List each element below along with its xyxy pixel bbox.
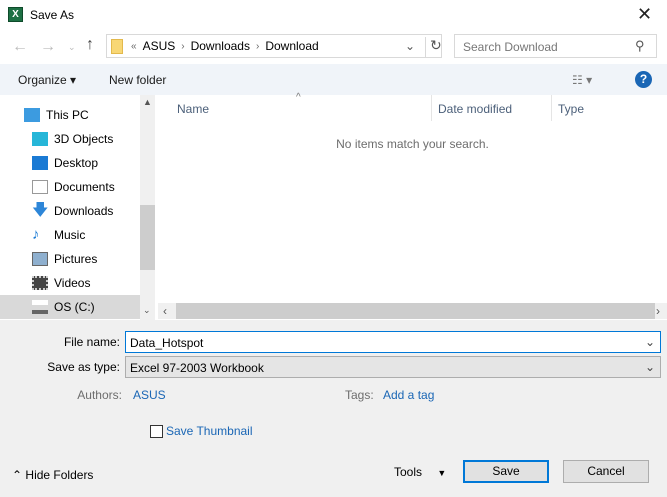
close-button[interactable]: ✕ bbox=[637, 4, 652, 25]
nav-label: Music bbox=[54, 228, 86, 242]
drive-icon bbox=[32, 300, 48, 314]
scroll-left-icon[interactable]: ‹ bbox=[163, 304, 167, 318]
breadcrumb-item[interactable]: Downloads bbox=[191, 39, 250, 53]
desktop-icon bbox=[32, 156, 48, 170]
nav-item-downloads[interactable]: 🡇 Downloads bbox=[0, 199, 140, 223]
column-name[interactable]: Name bbox=[177, 102, 209, 116]
add-tag-link[interactable]: Add a tag bbox=[383, 388, 434, 402]
music-note-icon: ♪ bbox=[32, 226, 40, 243]
breadcrumb-overflow[interactable]: « bbox=[131, 41, 137, 52]
chevron-down-icon[interactable]: ⌄ bbox=[645, 360, 655, 374]
search-icon[interactable]: ⚲ bbox=[635, 38, 645, 54]
tags-label: Tags: bbox=[345, 388, 374, 402]
computer-icon bbox=[24, 108, 40, 122]
file-list: ^ Name Date modified Type No items match… bbox=[158, 92, 667, 303]
column-type[interactable]: Type bbox=[558, 102, 584, 116]
help-button[interactable]: ? bbox=[635, 71, 652, 88]
empty-message: No items match your search. bbox=[336, 137, 489, 151]
file-name-value: Data_Hotspot bbox=[130, 336, 204, 350]
view-options-icon[interactable]: ☷ ▾ bbox=[572, 73, 592, 87]
chevron-up-icon: ⌃ bbox=[12, 468, 23, 482]
search-placeholder: Search Download bbox=[463, 40, 558, 54]
hide-folders-label: Hide Folders bbox=[25, 468, 94, 482]
hide-folders-button[interactable]: ⌃ Hide Folders bbox=[12, 468, 93, 482]
sort-ascending-icon: ^ bbox=[296, 92, 301, 103]
nav-label: OS (C:) bbox=[54, 300, 95, 314]
document-icon bbox=[32, 180, 48, 194]
nav-item-pictures[interactable]: Pictures bbox=[0, 247, 140, 271]
search-input[interactable]: Search Download ⚲ bbox=[454, 34, 657, 58]
recent-dropdown[interactable]: ⌄ bbox=[68, 42, 76, 53]
save-as-type-value: Excel 97-2003 Workbook bbox=[130, 361, 264, 375]
organize-button[interactable]: Organize ▾ bbox=[18, 73, 76, 87]
save-button[interactable]: Save bbox=[463, 460, 549, 483]
folder-icon bbox=[111, 39, 123, 54]
nav-item-desktop[interactable]: Desktop bbox=[0, 151, 140, 175]
new-folder-button[interactable]: New folder bbox=[109, 73, 166, 87]
cancel-button[interactable]: Cancel bbox=[563, 460, 649, 483]
nav-item-documents[interactable]: Documents bbox=[0, 175, 140, 199]
chevron-right-icon[interactable]: › bbox=[181, 41, 184, 52]
nav-label: 3D Objects bbox=[54, 132, 114, 146]
scroll-down-icon[interactable]: ⌄ bbox=[143, 305, 151, 316]
save-thumbnail-checkbox[interactable] bbox=[150, 425, 163, 438]
refresh-button[interactable]: ↻ bbox=[425, 37, 442, 57]
breadcrumb-item[interactable]: ASUS bbox=[143, 39, 176, 53]
chevron-down-icon[interactable]: ⌄ bbox=[645, 335, 655, 349]
save-thumbnail-label[interactable]: Save Thumbnail bbox=[166, 424, 253, 438]
save-as-type-label: Save as type: bbox=[47, 360, 120, 374]
nav-scrollbar-thumb[interactable] bbox=[140, 205, 155, 270]
toolbar: Organize ▾ New folder ☷ ▾ ? bbox=[0, 64, 667, 95]
tools-button[interactable]: Tools ▼ bbox=[394, 465, 446, 479]
nav-label: Downloads bbox=[54, 204, 114, 218]
up-button[interactable]: ↑ bbox=[86, 36, 94, 54]
file-name-input[interactable]: Data_Hotspot ⌄ bbox=[125, 331, 661, 353]
address-bar[interactable]: « ASUS › Downloads › Download ⌄ ↻ bbox=[106, 34, 442, 58]
save-as-type-select[interactable]: Excel 97-2003 Workbook ⌄ bbox=[125, 356, 661, 378]
nav-item-this-pc[interactable]: This PC bbox=[0, 103, 140, 127]
breadcrumb: « ASUS › Downloads › Download bbox=[131, 39, 319, 53]
column-divider[interactable] bbox=[431, 95, 432, 121]
navigation-pane: This PC 3D Objects Desktop Documents 🡇 Do… bbox=[0, 95, 140, 320]
nav-label: This PC bbox=[46, 108, 89, 122]
column-date-modified[interactable]: Date modified bbox=[438, 102, 512, 116]
authors-value[interactable]: ASUS bbox=[133, 388, 166, 402]
nav-item-videos[interactable]: Videos bbox=[0, 271, 140, 295]
excel-icon: X bbox=[8, 7, 23, 22]
caret-down-icon: ▼ bbox=[437, 468, 447, 478]
breadcrumb-item[interactable]: Download bbox=[265, 39, 318, 53]
tools-label: Tools bbox=[394, 465, 423, 479]
window-title: Save As bbox=[30, 8, 75, 22]
nav-label: Videos bbox=[54, 276, 91, 290]
scroll-right-icon[interactable]: › bbox=[656, 304, 660, 318]
nav-item-music[interactable]: ♪ Music bbox=[0, 223, 140, 247]
download-arrow-icon: 🡇 bbox=[32, 202, 49, 219]
column-divider[interactable] bbox=[551, 95, 552, 121]
nav-item-3d-objects[interactable]: 3D Objects bbox=[0, 127, 140, 151]
nav-label: Pictures bbox=[54, 252, 98, 266]
pictures-icon bbox=[32, 252, 48, 266]
chevron-down-icon[interactable]: ⌄ bbox=[405, 39, 415, 53]
chevron-right-icon[interactable]: › bbox=[256, 41, 259, 52]
cube-icon bbox=[32, 132, 48, 146]
authors-label: Authors: bbox=[77, 388, 122, 402]
horizontal-scrollbar-thumb[interactable] bbox=[176, 303, 655, 319]
film-icon bbox=[32, 276, 48, 290]
file-name-label: File name: bbox=[63, 335, 120, 349]
back-button[interactable]: ← bbox=[12, 38, 28, 56]
title-bar: X Save As ✕ bbox=[0, 0, 667, 30]
nav-label: Documents bbox=[54, 180, 115, 194]
nav-label: Desktop bbox=[54, 156, 99, 170]
scroll-up-icon[interactable]: ▲ bbox=[143, 97, 152, 107]
forward-button[interactable]: → bbox=[40, 38, 56, 56]
nav-item-os-c[interactable]: OS (C:) bbox=[0, 295, 140, 319]
